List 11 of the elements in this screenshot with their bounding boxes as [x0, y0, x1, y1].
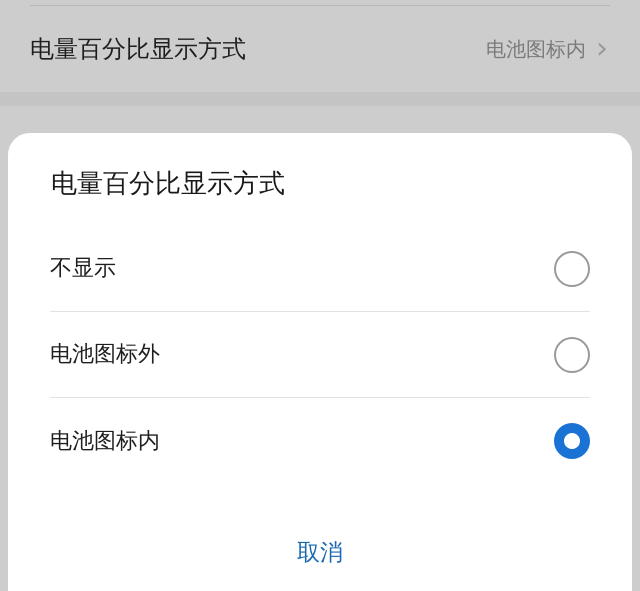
setting-label: 电量百分比显示方式 [30, 34, 246, 65]
dialog-title: 电量百分比显示方式 [51, 169, 285, 199]
option-row[interactable]: 不显示 [50, 226, 590, 312]
chevron: › [596, 34, 608, 64]
option-row[interactable]: 电池图标内 [50, 398, 590, 484]
option-row[interactable]: 电池图标外 [50, 312, 590, 398]
setting-value: 电池图标内 [486, 36, 586, 63]
radio-button[interactable] [554, 250, 590, 286]
radio-button[interactable] [554, 336, 590, 372]
radio-button[interactable] [554, 423, 590, 459]
cancel-button[interactable]: 取消 [281, 532, 359, 574]
